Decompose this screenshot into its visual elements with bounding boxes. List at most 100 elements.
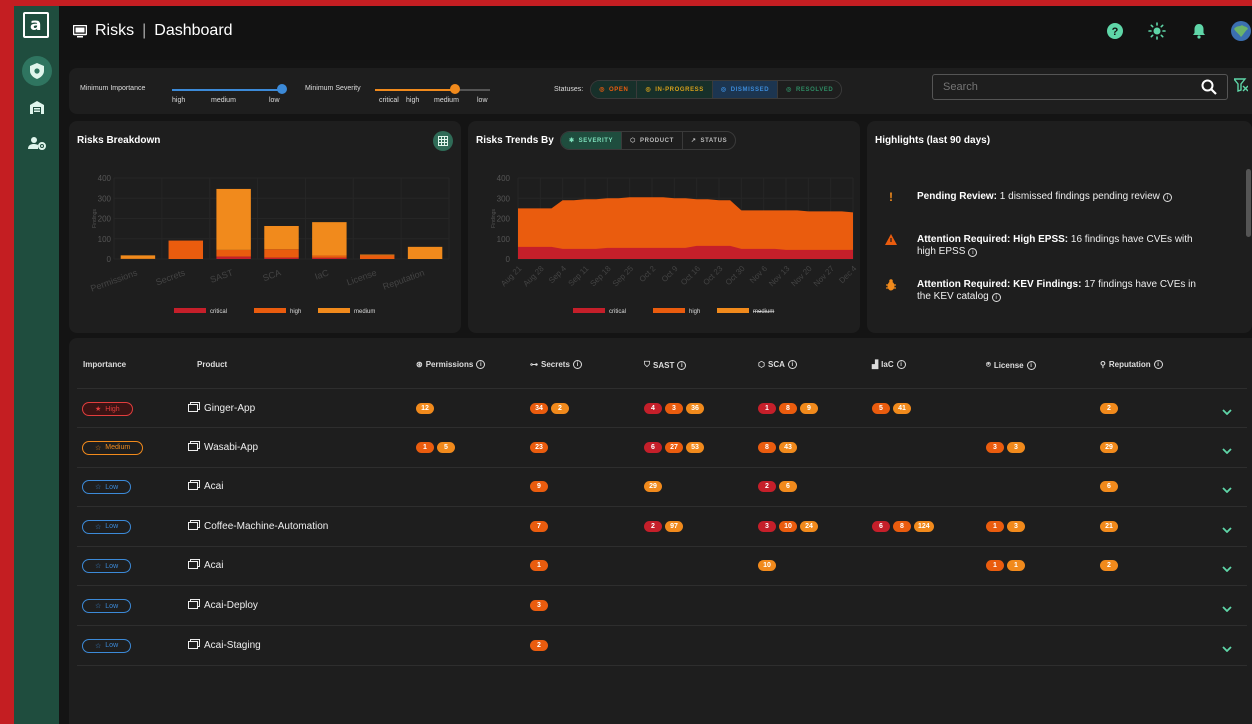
bar-sca-critical[interactable]	[264, 257, 299, 259]
status-chip-resolved[interactable]: ◎ RESOLVED	[778, 81, 842, 98]
critical-count-badge[interactable]: 4	[644, 403, 662, 414]
importance-badge[interactable]: ☆ Low	[82, 559, 132, 574]
high-count-badge[interactable]: 1	[986, 560, 1004, 572]
expand-row-button[interactable]	[1222, 599, 1232, 617]
clear-filter-icon[interactable]	[1234, 78, 1248, 92]
table-row[interactable]: ☆ Low Acai 9 29 2 6 6	[77, 467, 1247, 508]
medium-count-badge[interactable]: 5	[437, 441, 455, 453]
medium-count-badge[interactable]: 21	[1100, 520, 1118, 532]
bar-sca-high[interactable]	[264, 249, 299, 258]
info-icon[interactable]: i	[787, 360, 797, 369]
expand-row-button[interactable]	[1222, 559, 1232, 577]
search-icon[interactable]	[1201, 79, 1217, 95]
min-severity-handle[interactable]	[450, 84, 460, 94]
critical-count-badge[interactable]: 2	[758, 481, 776, 493]
column-header-license[interactable]: ⍟ License i	[986, 360, 1036, 370]
medium-count-badge[interactable]: 41	[893, 403, 911, 414]
high-count-badge[interactable]: 8	[779, 403, 797, 414]
info-icon[interactable]: i	[1026, 360, 1036, 370]
high-count-badge[interactable]: 3	[665, 403, 683, 414]
medium-count-badge[interactable]: 3	[1007, 441, 1025, 453]
high-count-badge[interactable]: 3	[530, 600, 548, 611]
importance-badge[interactable]: ☆ Low	[82, 599, 132, 613]
legend-label-high[interactable]: high	[290, 309, 301, 315]
column-header-secrets[interactable]: ⊶ Secrets i	[530, 360, 582, 369]
highlight-item[interactable]: Attention Required: High EPSS: 16 findin…	[885, 234, 1205, 257]
expand-row-button[interactable]	[1222, 402, 1232, 420]
bar-reputation-medium[interactable]	[407, 246, 443, 259]
medium-count-badge[interactable]: 6	[779, 481, 797, 493]
critical-count-badge[interactable]: 3	[758, 520, 776, 532]
bar-license-high[interactable]	[359, 255, 395, 259]
medium-count-badge[interactable]: 29	[644, 481, 662, 493]
high-count-badge[interactable]: 5	[872, 403, 890, 414]
importance-badge[interactable]: ☆ Low	[82, 480, 132, 495]
highlight-item[interactable]: Attention Required: KEV Findings: 17 fin…	[885, 279, 1205, 302]
bar-license-medium[interactable]	[359, 254, 395, 256]
table-row[interactable]: ☆ Low Coffee-Machine-Automation 7 2 97 3 10 24 6 8…	[77, 507, 1247, 547]
medium-count-badge[interactable]: 53	[686, 441, 704, 453]
bar-iac-medium[interactable]	[312, 222, 347, 256]
column-header-reputation[interactable]: ⚲ Reputation i	[1100, 360, 1163, 369]
medium-count-badge[interactable]: 9	[800, 403, 818, 414]
table-row[interactable]: ☆ Medium Wasabi-App 1 5 23 6 27 53 8 43 3 3 29	[77, 428, 1247, 468]
importance-badge[interactable]: ☆ Medium	[82, 440, 144, 455]
bar-secrets-high[interactable]	[168, 240, 204, 259]
product-name[interactable]: Acai-Deploy	[188, 599, 258, 612]
bar-iac-critical[interactable]	[312, 257, 347, 259]
info-icon[interactable]: i	[968, 247, 978, 257]
critical-count-badge[interactable]: 6	[644, 441, 662, 453]
high-count-badge[interactable]: 34	[530, 403, 548, 414]
bar-sast-medium[interactable]	[216, 188, 251, 250]
expand-row-button[interactable]	[1222, 480, 1232, 498]
medium-count-badge[interactable]: 97	[665, 520, 683, 532]
high-count-badge[interactable]: 23	[530, 441, 548, 453]
expand-row-button[interactable]	[1222, 441, 1232, 459]
high-count-badge[interactable]: 3	[986, 441, 1004, 453]
product-name[interactable]: Acai-Staging	[188, 638, 261, 652]
product-name[interactable]: Ginger-App	[188, 402, 255, 415]
bar-sast-high[interactable]	[216, 249, 251, 257]
medium-count-badge[interactable]: 2	[1100, 560, 1118, 572]
legend-label-critical[interactable]: critical	[210, 309, 227, 315]
product-name[interactable]: Coffee-Machine-Automation	[188, 519, 328, 533]
status-chip-in-progress[interactable]: ◎ IN-PROGRESS	[637, 81, 713, 98]
status-chip-open[interactable]: ◎ OPEN	[591, 81, 638, 98]
column-header-permissions[interactable]: ⊛ Permissions i	[416, 360, 486, 369]
high-count-badge[interactable]: 7	[530, 520, 548, 532]
importance-badge[interactable]: ☆ Low	[82, 519, 132, 534]
high-count-badge[interactable]: 27	[665, 441, 683, 453]
product-name[interactable]: Acai	[188, 559, 223, 572]
medium-count-badge[interactable]: 10	[758, 560, 776, 572]
info-icon[interactable]: i	[572, 360, 582, 369]
highlights-scrollbar[interactable]	[1246, 169, 1251, 237]
min-importance-handle[interactable]	[277, 84, 287, 94]
info-icon[interactable]: i	[1162, 193, 1172, 202]
bar-sca-medium[interactable]	[264, 225, 299, 250]
medium-count-badge[interactable]: 2	[1100, 403, 1118, 414]
table-row[interactable]: ☆ Low Acai 1 10 1 1 2	[77, 546, 1247, 587]
high-count-badge[interactable]: 8	[758, 441, 776, 453]
app-logo[interactable]: a	[23, 12, 49, 38]
bar-sast-critical[interactable]	[216, 256, 251, 259]
product-name[interactable]: Wasabi-App	[188, 440, 258, 454]
column-header-iac[interactable]: ▟ IaC i	[872, 360, 906, 369]
importance-badge[interactable]: ☆ Low	[82, 638, 132, 653]
sidebar-item-user-settings[interactable]	[22, 128, 52, 158]
importance-badge[interactable]: ★ High	[82, 402, 133, 416]
status-chip-dismissed[interactable]: ◎ DISMISSED	[712, 81, 779, 98]
expand-row-button[interactable]	[1222, 520, 1232, 538]
legend-label-critical[interactable]: critical	[609, 309, 626, 315]
table-row[interactable]: ☆ Low Acai-Deploy 3	[77, 586, 1247, 626]
medium-count-badge[interactable]: 1	[1007, 560, 1025, 572]
help-button[interactable]: ?	[1104, 20, 1126, 42]
info-icon[interactable]: i	[896, 360, 906, 369]
high-count-badge[interactable]: 10	[779, 520, 797, 532]
critical-count-badge[interactable]: 1	[758, 403, 776, 414]
medium-count-badge[interactable]: 36	[686, 403, 704, 414]
high-count-badge[interactable]: 1	[530, 560, 548, 572]
bar-iac-high[interactable]	[312, 255, 347, 258]
min-importance-slider[interactable]	[172, 89, 282, 91]
expand-row-button[interactable]	[1222, 639, 1232, 657]
info-icon[interactable]: i	[1153, 360, 1163, 369]
